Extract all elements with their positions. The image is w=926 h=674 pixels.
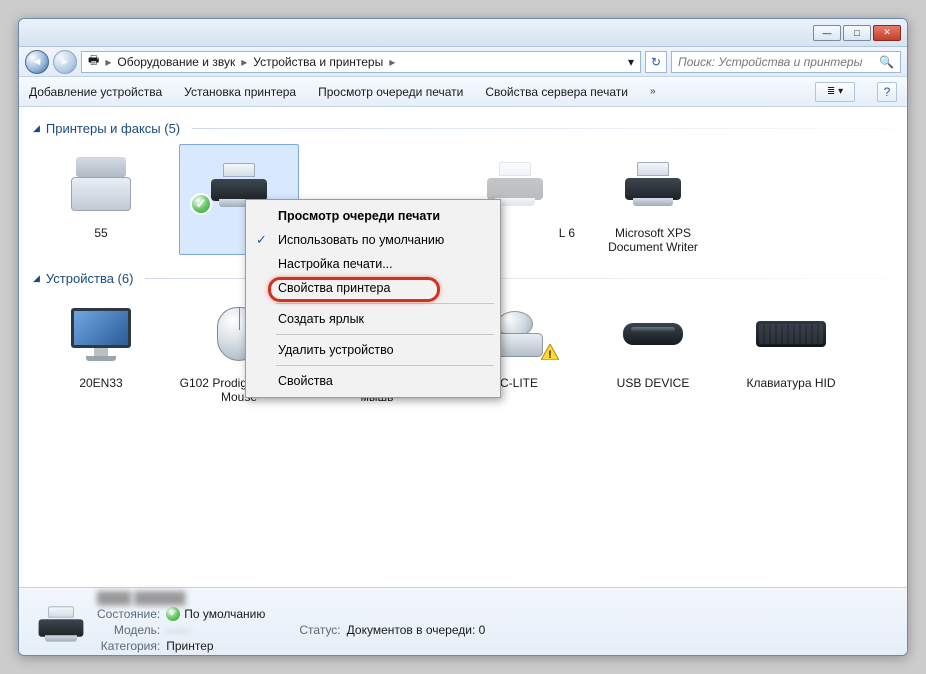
help-button[interactable]: ? bbox=[877, 82, 897, 102]
back-button[interactable]: ◄ bbox=[25, 50, 49, 74]
maximize-button[interactable]: □ bbox=[843, 25, 871, 41]
ctx-view-queue[interactable]: Просмотр очереди печати bbox=[248, 204, 498, 228]
view-queue-button[interactable]: Просмотр очереди печати bbox=[318, 85, 463, 99]
device-item[interactable]: 20EN33 bbox=[41, 294, 161, 405]
green-check-icon: ✓ bbox=[166, 607, 180, 621]
menu-separator bbox=[276, 334, 494, 335]
details-status-val: Документов в очереди: 0 bbox=[347, 623, 486, 637]
details-category-val: Принтер bbox=[166, 639, 265, 653]
collapse-icon: ◢ bbox=[33, 123, 40, 134]
group-printers-header[interactable]: ◢ Принтеры и факсы (5) bbox=[33, 121, 893, 136]
fax-icon bbox=[71, 157, 131, 211]
details-state-key: Состояние: bbox=[97, 607, 160, 621]
printer-item[interactable]: 55 bbox=[41, 144, 161, 255]
details-model-val: —— bbox=[166, 623, 265, 637]
address-bar[interactable]: 🖶 ▸ Оборудование и звук ▸ Устройства и п… bbox=[81, 51, 641, 73]
details-state-val: ✓По умолчанию bbox=[166, 607, 265, 621]
context-menu: Просмотр очереди печати ✓ Использовать п… bbox=[245, 199, 501, 398]
menu-separator bbox=[276, 303, 494, 304]
item-label: Клавиатура HID bbox=[731, 376, 851, 390]
details-title: ████ ██████ bbox=[97, 591, 265, 605]
search-input[interactable]: Поиск: Устройства и принтеры 🔍 bbox=[671, 51, 901, 73]
group-printers-label: Принтеры и факсы (5) bbox=[46, 121, 180, 136]
address-dropdown-icon[interactable]: ▾ bbox=[628, 55, 634, 69]
ctx-printer-properties[interactable]: Свойства принтера bbox=[248, 276, 498, 300]
device-item[interactable]: Клавиатура HID bbox=[731, 294, 851, 405]
keyboard-icon bbox=[756, 321, 826, 347]
details-status-key: Статус: bbox=[299, 623, 340, 637]
forward-button[interactable]: ► bbox=[53, 50, 77, 74]
collapse-icon: ◢ bbox=[33, 273, 40, 284]
printer-item[interactable]: Microsoft XPS Document Writer bbox=[593, 144, 713, 255]
ctx-properties[interactable]: Свойства bbox=[248, 369, 498, 393]
breadcrumb-sep: ▸ bbox=[103, 55, 113, 69]
item-label: USB DEVICE bbox=[593, 376, 713, 390]
details-model-key: Модель: bbox=[97, 623, 160, 637]
ctx-print-settings[interactable]: Настройка печати... bbox=[248, 252, 498, 276]
close-button[interactable]: ✕ bbox=[873, 25, 901, 41]
ctx-use-default[interactable]: ✓ Использовать по умолчанию bbox=[248, 228, 498, 252]
default-check-icon: ✓ bbox=[190, 193, 212, 215]
details-pane: ████ ██████ Состояние: ✓По умолчанию Мод… bbox=[19, 587, 907, 655]
server-props-button[interactable]: Свойства сервера печати bbox=[485, 85, 628, 99]
explorer-window: — □ ✕ ◄ ► 🖶 ▸ Оборудование и звук ▸ Устр… bbox=[18, 18, 908, 656]
search-icon: 🔍 bbox=[879, 55, 894, 69]
nav-bar: ◄ ► 🖶 ▸ Оборудование и звук ▸ Устройства… bbox=[19, 47, 907, 77]
details-thumbnail bbox=[33, 602, 83, 642]
item-label: 55 bbox=[41, 226, 161, 240]
details-category-key: Категория: bbox=[97, 639, 160, 653]
monitor-icon bbox=[71, 308, 131, 360]
titlebar: — □ ✕ bbox=[19, 19, 907, 47]
breadcrumb-devices[interactable]: Устройства и принтеры bbox=[249, 55, 387, 69]
svg-text:!: ! bbox=[548, 349, 552, 360]
item-label: 20EN33 bbox=[41, 376, 161, 390]
item-label: Microsoft XPS Document Writer bbox=[593, 226, 713, 255]
printer-icon bbox=[625, 162, 681, 206]
check-icon: ✓ bbox=[256, 232, 267, 248]
breadcrumb-sep: ▸ bbox=[387, 55, 397, 69]
add-printer-button[interactable]: Установка принтера bbox=[184, 85, 296, 99]
device-item[interactable]: USB DEVICE bbox=[593, 294, 713, 405]
add-device-button[interactable]: Добавление устройства bbox=[29, 85, 162, 99]
devices-printers-icon: 🖶 bbox=[88, 51, 99, 72]
command-bar: Добавление устройства Установка принтера… bbox=[19, 77, 907, 107]
usb-icon bbox=[623, 323, 683, 345]
breadcrumb-sep: ▸ bbox=[239, 55, 249, 69]
minimize-button[interactable]: — bbox=[813, 25, 841, 41]
ctx-create-shortcut[interactable]: Создать ярлык bbox=[248, 307, 498, 331]
warning-icon: ! bbox=[541, 344, 559, 360]
content-area: ◢ Принтеры и факсы (5) 55 ✓ L 6 bbox=[19, 107, 907, 587]
view-mode-button[interactable]: ≣ ▾ bbox=[815, 82, 855, 102]
search-placeholder: Поиск: Устройства и принтеры bbox=[678, 55, 862, 69]
refresh-button[interactable]: ↻ bbox=[645, 51, 667, 73]
group-devices-label: Устройства (6) bbox=[46, 271, 134, 286]
menu-separator bbox=[276, 365, 494, 366]
toolbar-overflow-button[interactable]: » bbox=[650, 86, 656, 97]
breadcrumb-hardware[interactable]: Оборудование и звук bbox=[113, 55, 239, 69]
ctx-remove-device[interactable]: Удалить устройство bbox=[248, 338, 498, 362]
